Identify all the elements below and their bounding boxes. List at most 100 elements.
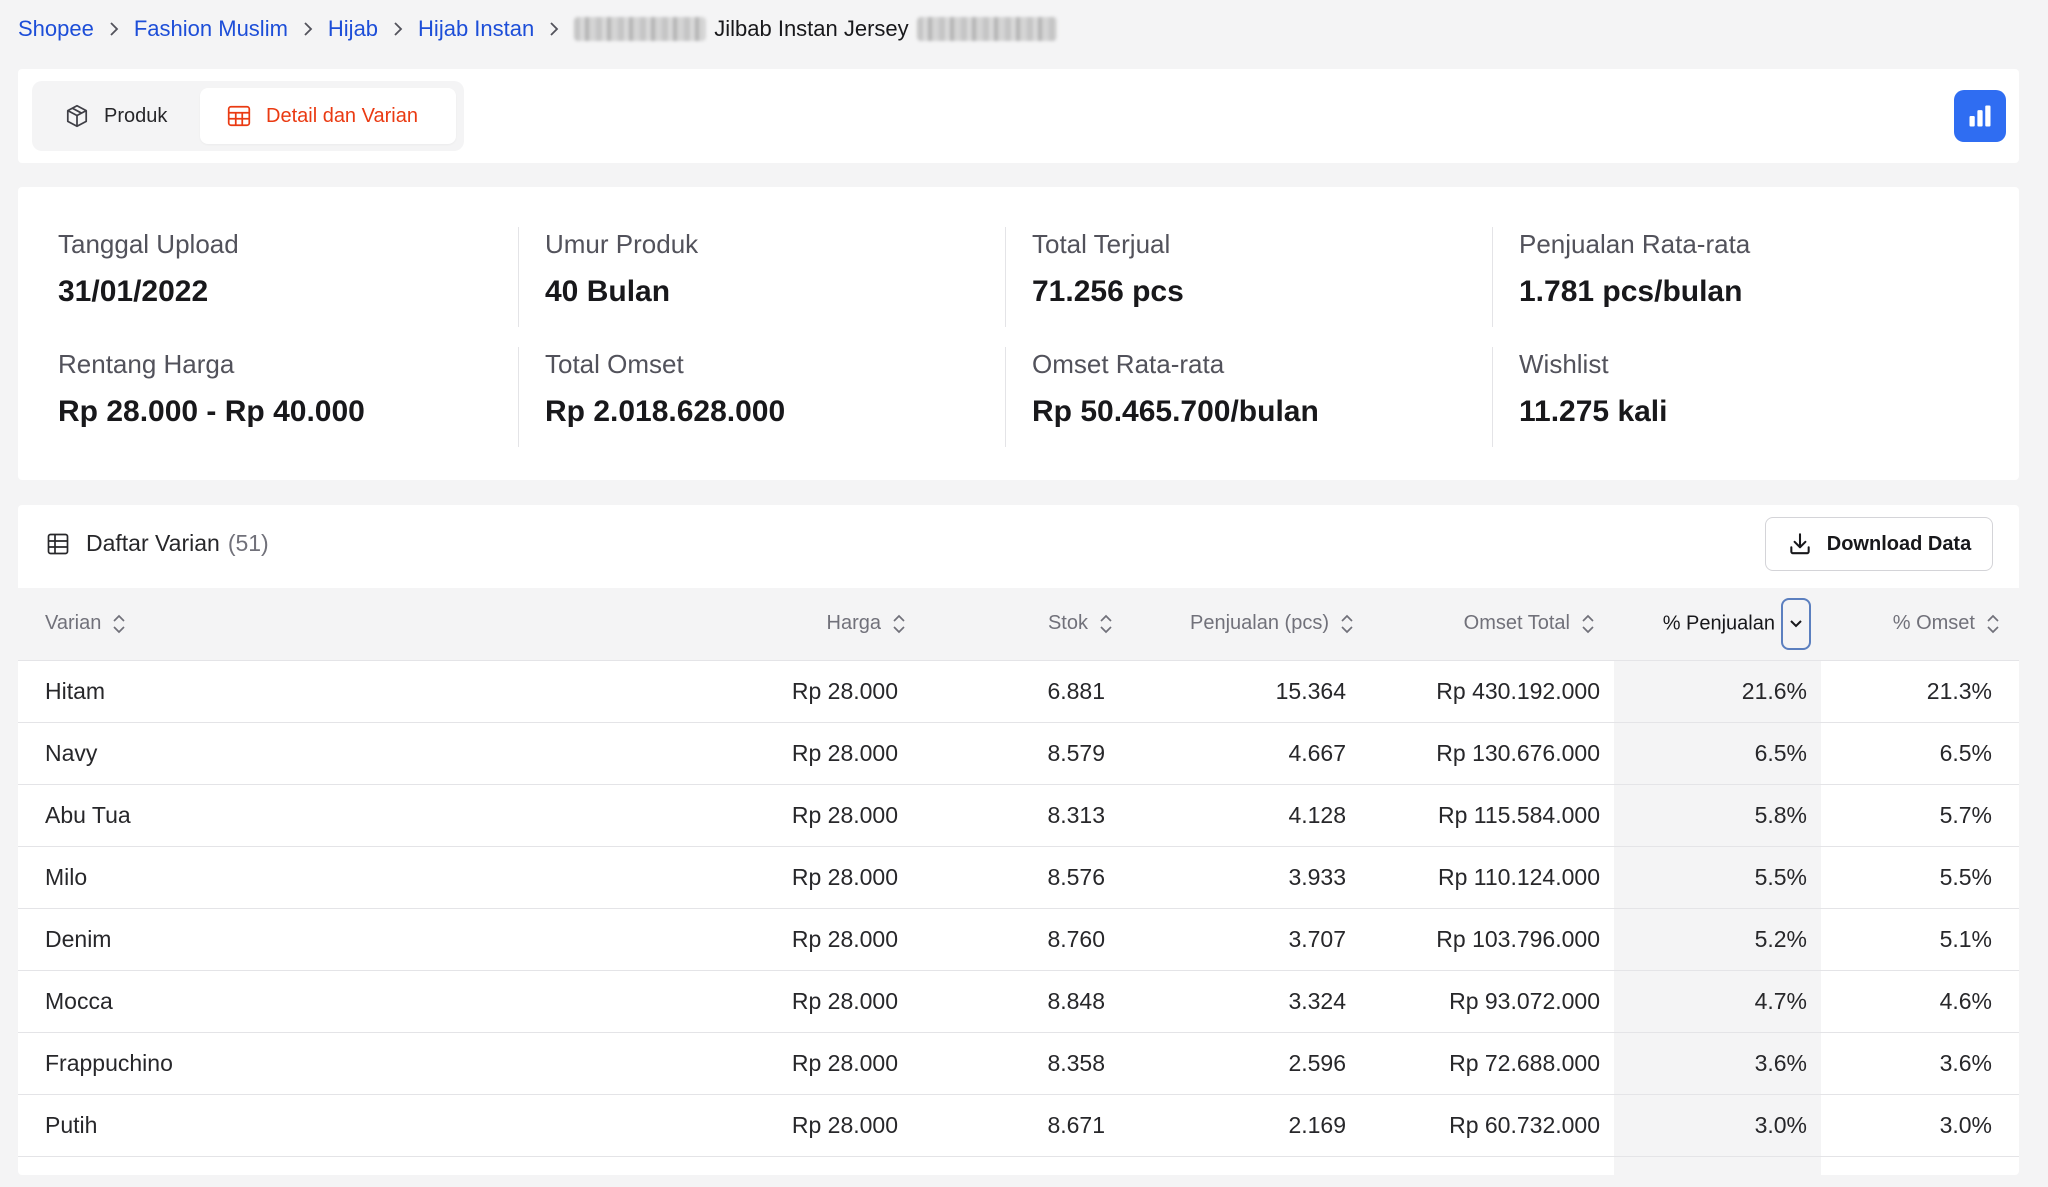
stat-label: Omset Rata-rata [1032, 349, 1225, 379]
column-header-varian[interactable]: Varian [18, 588, 718, 661]
cell-stok: 6.881 [925, 660, 1132, 723]
chevron-right-icon [108, 21, 120, 37]
sort-icon [891, 613, 907, 635]
cell-stok: 8.358 [925, 1032, 1132, 1095]
breadcrumb-current-label: Jilbab Instan Jersey [714, 16, 909, 41]
cell-stok: 8.313 [925, 784, 1132, 847]
stat-label: Umur Produk [545, 229, 699, 259]
cell-pct-omset: 5.1% [1821, 908, 2019, 971]
cell-pct-penjualan: 5.5% [1614, 846, 1821, 909]
stat-value: 71.256 pcs [1032, 275, 1184, 308]
table-row[interactable]: Hitam Rp 28.000 6.881 15.364 Rp 430.192.… [18, 660, 2019, 723]
cell-stok: 8.576 [925, 846, 1132, 909]
stat-value: Rp 28.000 - Rp 40.000 [58, 395, 365, 428]
column-header-penjualan[interactable]: Penjualan (pcs) [1132, 588, 1373, 661]
cell-harga: Rp 28.000 [718, 722, 925, 785]
chevron-down-icon[interactable] [1781, 597, 1811, 650]
breadcrumb: Shopee Fashion Muslim Hijab Hijab Instan… [18, 12, 1057, 46]
cell-penjualan: 2.169 [1132, 1094, 1373, 1157]
column-header-pct-omset[interactable]: % Omset [1821, 588, 2019, 661]
download-icon [1787, 531, 1813, 557]
cell-varian: Navy [18, 722, 718, 785]
download-data-button[interactable]: Download Data [1765, 517, 1993, 571]
chevron-right-icon [302, 21, 314, 37]
stat-value: 31/01/2022 [58, 275, 209, 308]
table-row[interactable]: Abu Tua Rp 28.000 8.313 4.128 Rp 115.584… [18, 784, 2019, 847]
stat-value: 1.781 pcs/bulan [1519, 275, 1743, 308]
column-header-omset-total[interactable]: Omset Total [1373, 588, 1614, 661]
product-stats-card: Tanggal Upload 31/01/2022 Umur Produk 40… [18, 187, 2019, 480]
table-row[interactable]: Frappuchino Rp 28.000 8.358 2.596 Rp 72.… [18, 1032, 2019, 1095]
chevron-right-icon [392, 21, 404, 37]
cell-penjualan: 15.364 [1132, 660, 1373, 723]
sort-icon [111, 613, 127, 635]
table-row[interactable]: Putih Rp 28.000 8.671 2.169 Rp 60.732.00… [18, 1094, 2019, 1157]
table-row-partial[interactable] [18, 1156, 2019, 1175]
cell-pct-penjualan: 3.0% [1614, 1094, 1821, 1157]
sort-icon [1985, 613, 2001, 635]
chart-button[interactable] [1954, 90, 2006, 142]
table-row[interactable]: Mocca Rp 28.000 8.848 3.324 Rp 93.072.00… [18, 970, 2019, 1033]
cell-pct-penjualan: 5.8% [1614, 784, 1821, 847]
cell-harga: Rp 28.000 [718, 1094, 925, 1157]
tab-produk[interactable]: Produk [48, 88, 188, 144]
breadcrumb-link-hijab[interactable]: Hijab [328, 16, 378, 42]
column-header-harga[interactable]: Harga [718, 588, 925, 661]
cell-stok: 8.579 [925, 722, 1132, 785]
divider [1492, 347, 1493, 447]
column-header-pct-penjualan[interactable]: % Penjualan [1614, 588, 1821, 661]
cell-omset: Rp 130.676.000 [1373, 722, 1614, 785]
cell-pct-penjualan: 21.6% [1614, 660, 1821, 723]
cell-pct-omset: 5.7% [1821, 784, 2019, 847]
sort-icon [1339, 613, 1355, 635]
cell-harga: Rp 28.000 [718, 908, 925, 971]
divider [518, 347, 519, 447]
breadcrumb-link-fashion-muslim[interactable]: Fashion Muslim [134, 16, 288, 42]
breadcrumb-current: Jilbab Instan Jersey [574, 16, 1057, 42]
breadcrumb-link-shopee[interactable]: Shopee [18, 16, 94, 42]
cell-omset: Rp 72.688.000 [1373, 1032, 1614, 1095]
breadcrumb-link-hijab-instan[interactable]: Hijab Instan [418, 16, 534, 42]
cell-varian: Denim [18, 908, 718, 971]
sort-icon [1098, 613, 1114, 635]
stat-umur-produk: Umur Produk 40 Bulan [545, 227, 1015, 311]
cube-icon [64, 103, 90, 129]
cell-varian: Milo [18, 846, 718, 909]
table-row[interactable]: Navy Rp 28.000 8.579 4.667 Rp 130.676.00… [18, 722, 2019, 785]
variants-count: (51) [227, 530, 269, 556]
variants-title: Daftar Varian (51) [46, 530, 269, 557]
cell-penjualan: 3.707 [1132, 908, 1373, 971]
cell-pct-omset: 6.5% [1821, 722, 2019, 785]
column-header-stok[interactable]: Stok [925, 588, 1132, 661]
cell-pct-penjualan: 6.5% [1614, 722, 1821, 785]
tab-detail-label: Detail dan Varian [266, 104, 418, 127]
cell-penjualan: 3.933 [1132, 846, 1373, 909]
cell-pct-penjualan: 5.2% [1614, 908, 1821, 971]
cell-stok: 8.848 [925, 970, 1132, 1033]
sort-icon [1580, 613, 1596, 635]
divider [1492, 227, 1493, 327]
tab-detail-varian[interactable]: Detail dan Varian [200, 88, 456, 144]
divider [1005, 347, 1006, 447]
redacted-text [574, 17, 707, 41]
stat-wishlist: Wishlist 11.275 kali [1519, 347, 1989, 431]
cell-varian: Abu Tua [18, 784, 718, 847]
cell-omset: Rp 110.124.000 [1373, 846, 1614, 909]
stat-value: Rp 2.018.628.000 [545, 395, 786, 428]
bar-chart-icon [1969, 105, 1991, 127]
divider [1005, 227, 1006, 327]
download-data-label: Download Data [1826, 532, 1972, 555]
stat-value: 40 Bulan [545, 275, 671, 308]
table-row[interactable]: Denim Rp 28.000 8.760 3.707 Rp 103.796.0… [18, 908, 2019, 971]
redacted-text [916, 17, 1057, 41]
cell-penjualan: 2.596 [1132, 1032, 1373, 1095]
cell-pct-omset: 4.6% [1821, 970, 2019, 1033]
table-header-row: Varian Harga Stok Penjualan (pcs) Omset … [18, 588, 2019, 661]
stat-total-omset: Total Omset Rp 2.018.628.000 [545, 347, 1015, 431]
stat-label: Tanggal Upload [58, 229, 239, 259]
cell-omset: Rp 115.584.000 [1373, 784, 1614, 847]
cell-varian: Hitam [18, 660, 718, 723]
cell-varian: Putih [18, 1094, 718, 1157]
table-row[interactable]: Milo Rp 28.000 8.576 3.933 Rp 110.124.00… [18, 846, 2019, 909]
stat-label: Total Omset [545, 349, 684, 379]
